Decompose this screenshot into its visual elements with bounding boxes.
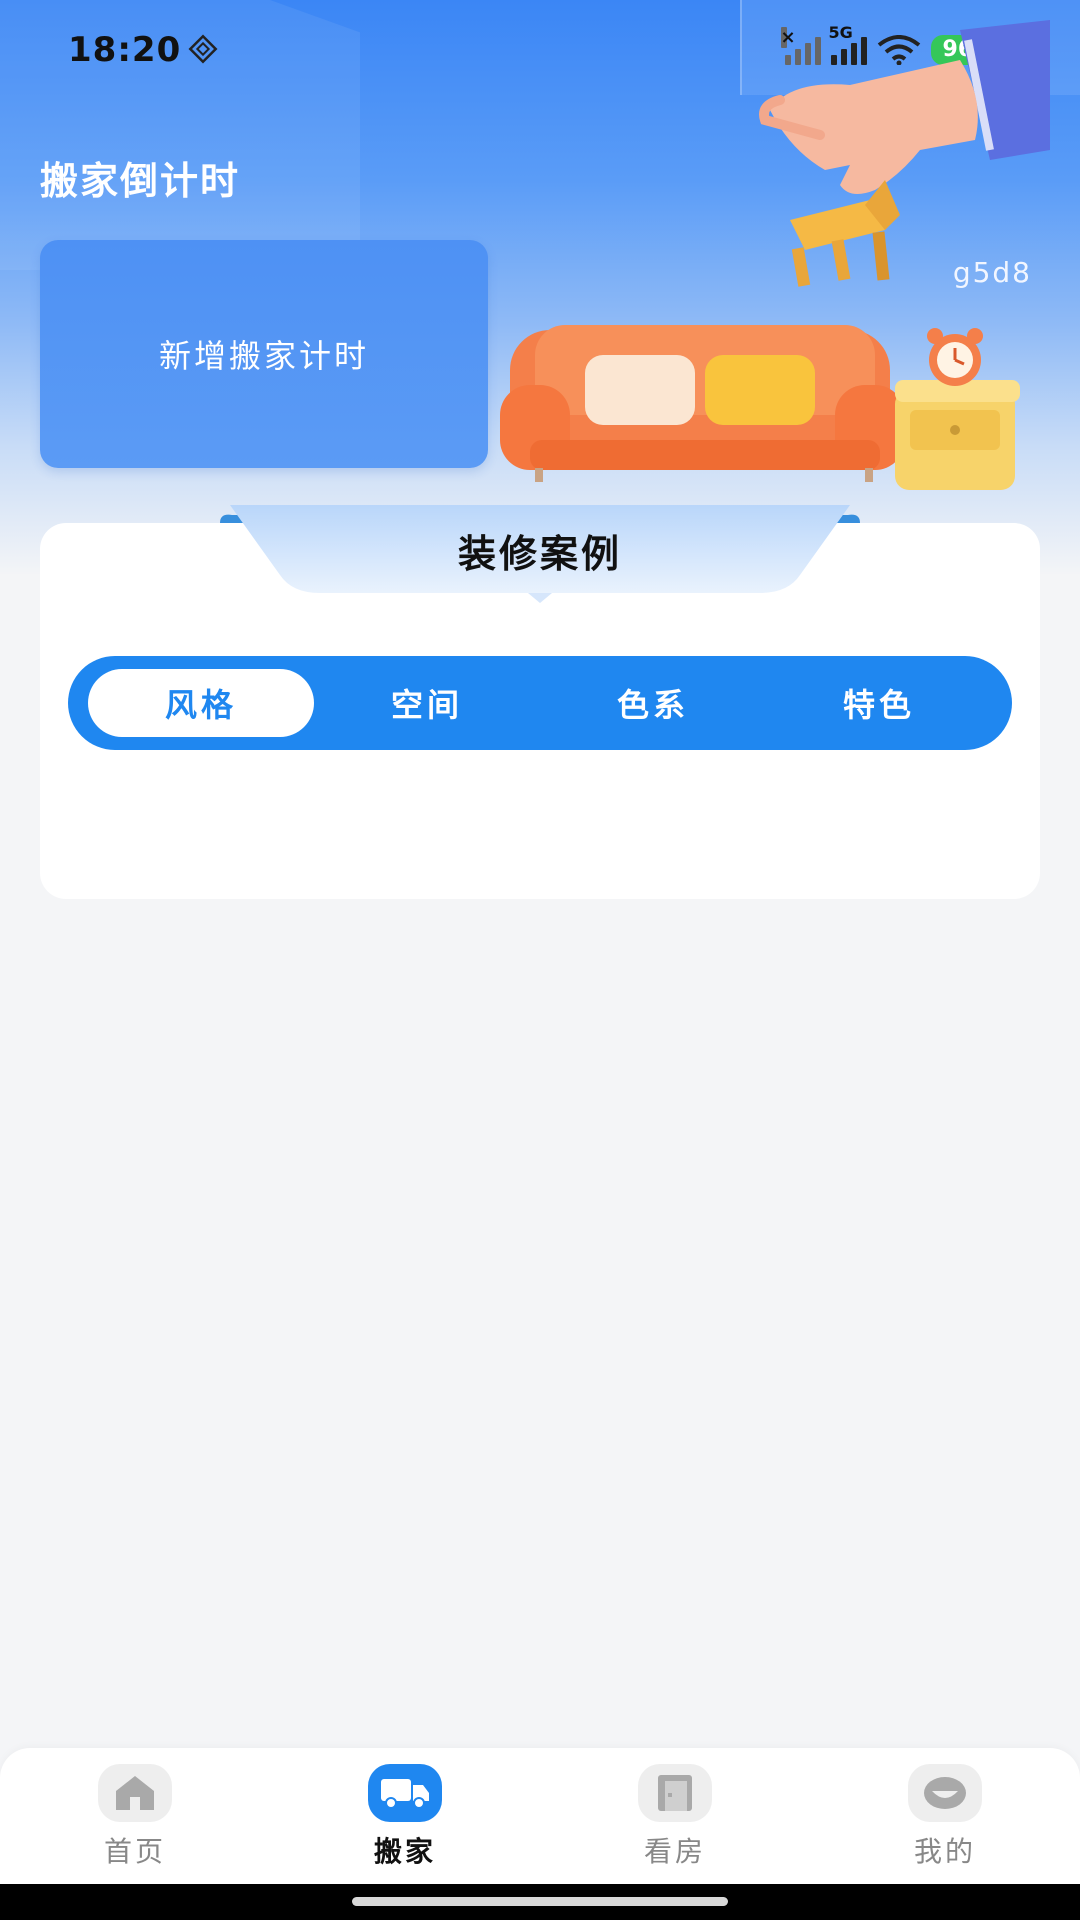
decor-section-title: 装修案例	[457, 532, 622, 576]
profile-icon	[908, 1764, 982, 1822]
nav-item-moving[interactable]: 搬家	[325, 1748, 485, 1870]
bottom-nav: 首页 搬家 看房 我的	[0, 1748, 1080, 1884]
moving-illustration	[500, 20, 1050, 490]
home-indicator[interactable]	[352, 1897, 728, 1906]
nav-label-home: 首页	[103, 1835, 166, 1868]
nav-label-moving: 搬家	[373, 1835, 436, 1868]
tab-style[interactable]: 风格	[88, 669, 314, 737]
tab-space[interactable]: 空间	[314, 669, 540, 737]
door-icon	[638, 1764, 712, 1822]
tab-color[interactable]: 色系	[540, 669, 766, 737]
home-icon	[98, 1764, 172, 1822]
nav-label-profile: 我的	[913, 1835, 976, 1868]
tab-feature[interactable]: 特色	[766, 669, 992, 737]
truck-icon	[368, 1764, 442, 1822]
decor-tabs: 风格 空间 色系 特色	[68, 656, 1012, 750]
nfc-icon	[188, 34, 218, 64]
nav-item-profile[interactable]: 我的	[865, 1748, 1025, 1870]
nav-item-home[interactable]: 首页	[55, 1748, 215, 1870]
page-title: 搬家倒计时	[40, 159, 241, 203]
add-countdown-button[interactable]: 新增搬家计时	[40, 240, 488, 468]
nav-item-house[interactable]: 看房	[595, 1748, 755, 1870]
nav-label-house: 看房	[643, 1835, 706, 1868]
add-countdown-label: 新增搬家计时	[158, 337, 369, 375]
status-time: 18:20	[68, 30, 182, 70]
